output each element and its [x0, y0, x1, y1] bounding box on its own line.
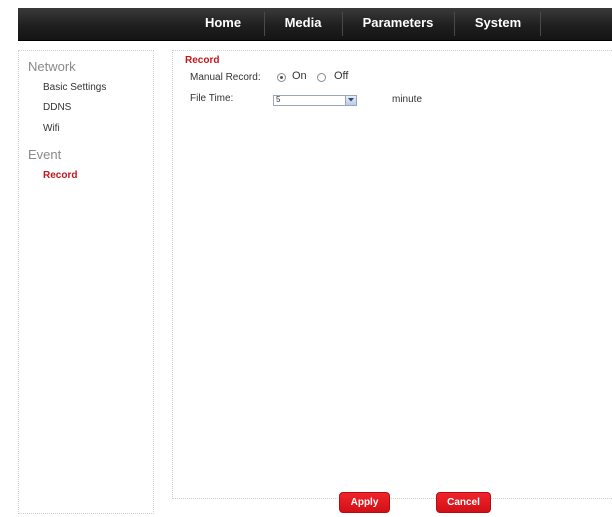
manual-record-off-radio[interactable]	[317, 73, 326, 82]
nav-divider	[454, 12, 455, 36]
section-title: Record	[185, 55, 220, 66]
manual-record-on-radio[interactable]	[277, 73, 286, 82]
file-time-value: 5	[276, 95, 281, 104]
apply-button[interactable]: Apply	[339, 492, 390, 513]
file-time-unit: minute	[392, 94, 423, 105]
sidebar-item-basic-settings[interactable]: Basic Settings	[43, 82, 106, 93]
manual-record-on-label[interactable]: On	[292, 70, 307, 82]
cancel-button[interactable]: Cancel	[436, 492, 491, 513]
nav-item-system[interactable]: System	[460, 8, 536, 40]
chevron-down-icon[interactable]	[345, 96, 356, 105]
nav-item-parameters[interactable]: Parameters	[348, 8, 448, 40]
file-time-select[interactable]: 5	[273, 95, 357, 106]
nav-divider	[342, 12, 343, 36]
manual-record-label: Manual Record:	[190, 72, 261, 83]
manual-record-off-label[interactable]: Off	[334, 70, 348, 82]
nav-item-media[interactable]: Media	[270, 8, 336, 40]
file-time-label: File Time:	[190, 93, 234, 104]
nav-item-home[interactable]: Home	[188, 8, 258, 40]
sidebar-heading-network: Network	[28, 59, 76, 74]
nav-divider	[540, 12, 541, 36]
sidebar-item-wifi[interactable]: Wifi	[43, 123, 60, 134]
sidebar-item-record[interactable]: Record	[43, 170, 77, 181]
record-settings-panel: Record Manual Record: On Off File Time: …	[172, 50, 612, 499]
top-nav-bar: Home Media Parameters System	[18, 8, 612, 41]
nav-divider	[264, 12, 265, 36]
sidebar: Network Basic Settings DDNS Wifi Event R…	[18, 50, 154, 514]
sidebar-item-ddns[interactable]: DDNS	[43, 102, 71, 113]
sidebar-heading-event: Event	[28, 147, 62, 162]
